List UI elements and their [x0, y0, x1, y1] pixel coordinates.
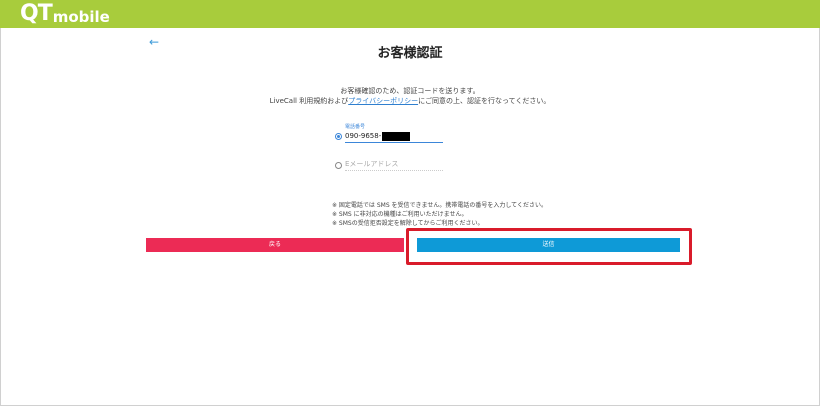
redaction-mask [382, 131, 411, 141]
privacy-policy-link[interactable]: プライバシーポリシー [348, 97, 418, 105]
logo-sub-text: mobile [52, 8, 110, 26]
highlight-box [406, 228, 692, 265]
note-item: ※ SMS に非対応の機種はご利用いただけません。 [332, 211, 468, 218]
qtmobile-logo[interactable]: QT mobile [20, 1, 110, 27]
back-button[interactable]: 戻る [146, 238, 404, 252]
description-line2: LiveCall 利用規約およびプライバシーポリシーにご同意の上、認証を行なって… [0, 96, 820, 106]
page-title: お客様認証 [377, 46, 443, 61]
notes: ※ 固定電話では SMS を受信できません。携帯電話の番号を入力してください。 … [332, 201, 547, 228]
header-bar: QT mobile [0, 0, 820, 28]
phone-radio-button[interactable] [335, 133, 342, 140]
email-radio-button[interactable] [335, 162, 342, 169]
note-item: ※ 固定電話では SMS を受信できません。携帯電話の番号を入力してください。 [332, 202, 548, 209]
description-suffix: にご同意の上、認証を行なってください。 [418, 97, 551, 105]
phone-number-value: 090-9658- [345, 132, 382, 140]
email-input[interactable]: Eメールアドレス [345, 158, 443, 171]
note-item: ※ SMSの受信拒否設定を解除してからご利用ください。 [332, 220, 484, 227]
phone-field-label: 電話番号 [345, 124, 366, 130]
logo-main-text: QT [20, 1, 53, 26]
description-line1: お客様確認のため、認証コードを送ります。 [340, 87, 480, 95]
phone-number-input[interactable]: 090-9658- [345, 130, 443, 143]
description-prefix: LiveCall 利用規約および [269, 97, 349, 105]
